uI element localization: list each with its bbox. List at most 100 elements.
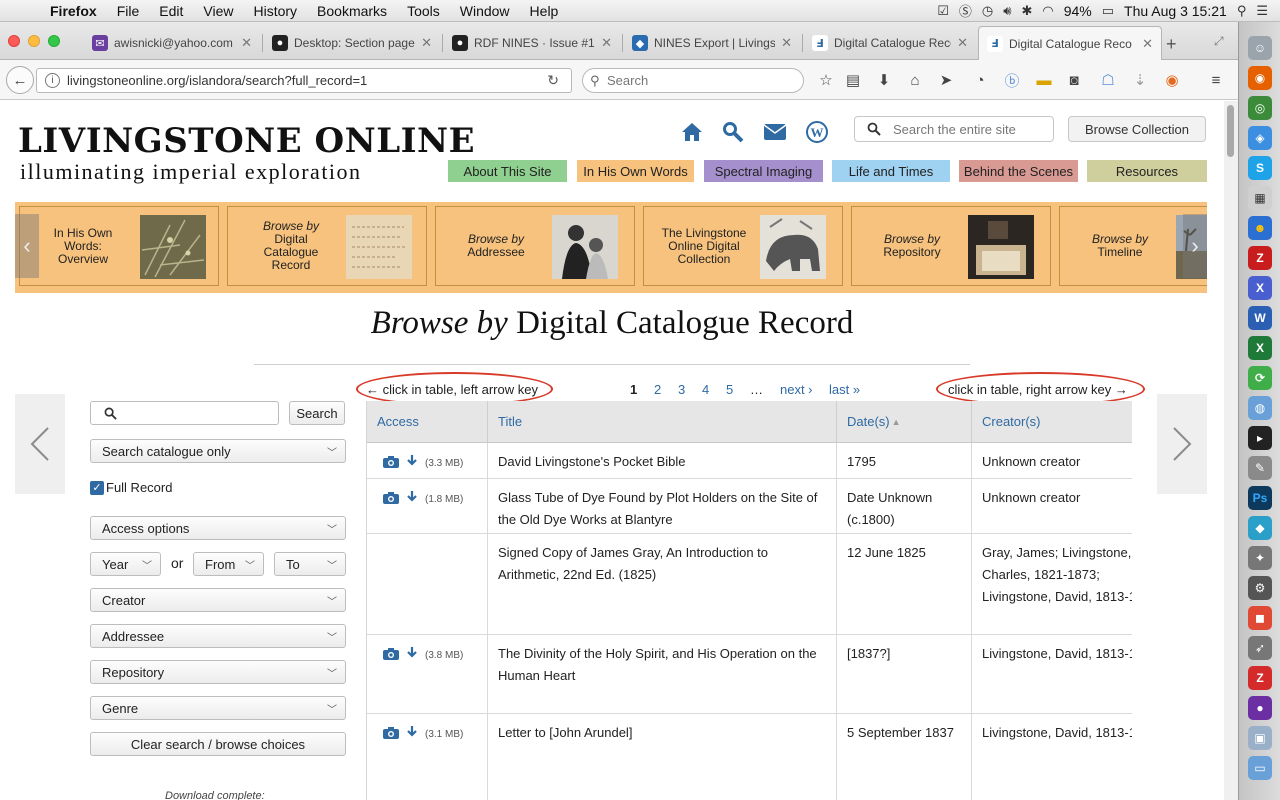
carousel-item-repository[interactable]: Browse by Repository [851,206,1051,286]
extension-clock-icon[interactable]: ◔ [970,68,990,92]
camera-icon[interactable] [383,727,399,739]
send-icon[interactable]: ➤ [936,68,956,92]
download-icon[interactable] [405,454,419,468]
pager-page-2[interactable]: 2 [654,382,661,397]
mail-icon[interactable] [762,119,788,145]
checkbox-icon[interactable]: ☑ [937,3,949,19]
duckduckgo-icon[interactable]: ◉ [1162,68,1182,92]
pager-next-link[interactable]: next › [780,382,813,397]
dock-eye-icon[interactable]: ◆ [1248,516,1272,540]
dock-zotero-icon[interactable]: Z [1248,666,1272,690]
home-icon[interactable]: ⌂ [905,68,925,92]
menubar-clock[interactable]: Thu Aug 3 15:21 [1124,3,1227,19]
new-tab-button[interactable]: + [1166,34,1177,55]
home-icon[interactable] [679,119,705,145]
dock-sync-icon[interactable]: ⟳ [1248,366,1272,390]
close-tab-icon[interactable]: ✕ [421,35,432,51]
close-window-button[interactable] [8,35,20,47]
zoom-window-button[interactable] [48,35,60,47]
genre-select[interactable]: Genre ﹀ [90,696,346,720]
download-arrow-icon[interactable]: ⇣ [1130,68,1150,92]
search-scope-select[interactable]: Search catalogue only ﹀ [90,439,346,463]
scrollbar-thumb[interactable] [1227,105,1234,157]
camera-icon[interactable] [383,456,399,468]
reading-list-icon[interactable]: ▤ [843,68,863,92]
carousel-item-overview[interactable]: In His Own Words: Overview [19,206,219,286]
creator-select[interactable]: Creator ﹀ [90,588,346,612]
carousel-item-digital-catalogue[interactable]: Browse by Digital Catalogue Record [227,206,427,286]
prev-page-arrow[interactable] [15,394,65,494]
page-scrollbar[interactable] [1224,101,1238,800]
from-select[interactable]: From ﹀ [193,552,264,576]
dock-firefox-icon[interactable]: ◉ [1248,66,1272,90]
column-header-dates[interactable]: Date(s) ▲ [837,401,972,443]
dock-script-icon[interactable]: ✎ [1248,456,1272,480]
close-tab-icon[interactable]: ✕ [601,35,612,51]
table-row[interactable]: (1.8 MB) Glass Tube of Dye Found by Plot… [367,479,1132,534]
dock-text-icon[interactable]: ▦ [1248,186,1272,210]
camera-icon[interactable] [383,648,399,660]
navtab-behind-the-scenes[interactable]: Behind the Scenes [959,160,1078,182]
dock-skype-icon[interactable]: S [1248,156,1272,180]
wifi-icon[interactable]: ◠ [1042,3,1053,19]
time-machine-icon[interactable]: ◷ [982,3,993,19]
carousel-prev-button[interactable]: ‹ [15,214,39,278]
dock-safari-icon[interactable]: ◈ [1248,126,1272,150]
extension-b-icon[interactable]: ⓑ [1002,68,1022,92]
fullscreen-icon[interactable]: ⤢ [1214,34,1224,49]
dock-chrome-icon[interactable]: ◎ [1248,96,1272,120]
browse-collection-button[interactable]: Browse Collection [1068,116,1206,142]
title-cell[interactable]: Glass Tube of Dye Found by Plot Holders … [488,479,837,533]
navtab-resources[interactable]: Resources [1087,160,1207,182]
navtab-spectral-imaging[interactable]: Spectral Imaging [704,160,823,182]
menu-app-name[interactable]: Firefox [40,3,107,19]
tab-yahoo-mail[interactable]: ✉ awisnicki@yahoo.com ✕ [84,26,260,60]
browser-search-input[interactable]: ⚲ Search [582,68,804,93]
menu-edit[interactable]: Edit [149,3,193,19]
table-row[interactable]: (3.1 MB) Letter to [John Arundel] 5 Sept… [367,714,1132,800]
hamburger-menu-icon[interactable]: ≡ [1206,68,1226,92]
back-button[interactable]: ← [6,66,34,94]
notification-center-icon[interactable]: ☰ [1256,3,1268,19]
navtab-in-his-own-words[interactable]: In His Own Words [577,160,694,182]
volume-icon[interactable]: 🔊︎ [1003,3,1011,19]
menu-bookmarks[interactable]: Bookmarks [307,3,397,19]
bookmark-star-icon[interactable]: ☆ [816,68,836,92]
close-tab-icon[interactable]: ✕ [1142,36,1153,52]
dock-photoshop-icon[interactable]: Ps [1248,486,1272,510]
navtab-about-this-site[interactable]: About This Site [448,160,567,182]
dock-rocket-icon[interactable]: ➶ [1248,636,1272,660]
carousel-next-button[interactable]: › [1183,214,1207,278]
tab-nines-export[interactable]: ◆ NINES Export | Livingst ✕ [624,26,800,60]
dock-folder-icon[interactable]: ▭ [1248,756,1272,780]
menu-window[interactable]: Window [450,3,520,19]
minimize-window-button[interactable] [28,35,40,47]
navtab-life-and-times[interactable]: Life and Times [832,160,950,182]
dock-github-icon[interactable]: ● [1248,696,1272,720]
repository-select[interactable]: Repository ﹀ [90,660,346,684]
title-cell[interactable]: David Livingstone's Pocket Bible [488,443,837,478]
title-cell[interactable]: Signed Copy of James Gray, An Introducti… [488,534,837,634]
dock-preview-icon[interactable]: ▣ [1248,726,1272,750]
search-icon[interactable] [720,119,746,145]
clear-search-button[interactable]: Clear search / browse choices [90,732,346,756]
menu-tools[interactable]: Tools [397,3,450,19]
menu-history[interactable]: History [243,3,307,19]
bluetooth-icon[interactable]: ✱ [1021,3,1032,19]
to-select[interactable]: To ﹀ [274,552,346,576]
search-button[interactable]: Search [289,401,345,425]
column-header-title[interactable]: Title [488,401,837,443]
dock-gimp-icon[interactable]: ✦ [1248,546,1272,570]
site-logo-title[interactable]: LIVINGSTONE ONLINE [18,121,475,161]
downloads-icon[interactable]: ⬇ [874,68,894,92]
dock-x-icon[interactable]: X [1248,276,1272,300]
tab-github-desktop[interactable]: ● Desktop: Section page ✕ [264,26,440,60]
column-header-access[interactable]: Access [367,401,488,443]
close-tab-icon[interactable]: ✕ [781,35,792,51]
pocket-icon[interactable]: ◙ [1064,68,1084,92]
table-row[interactable]: (3.3 MB) David Livingstone's Pocket Bibl… [367,443,1132,479]
title-cell[interactable]: The Divinity of the Holy Spirit, and His… [488,635,837,713]
pager-page-3[interactable]: 3 [678,382,685,397]
tab-digital-catalogue-1[interactable]: Ⅎ Digital Catalogue Reco ✕ [804,26,976,60]
site-search-input[interactable]: Search the entire site [854,116,1054,142]
